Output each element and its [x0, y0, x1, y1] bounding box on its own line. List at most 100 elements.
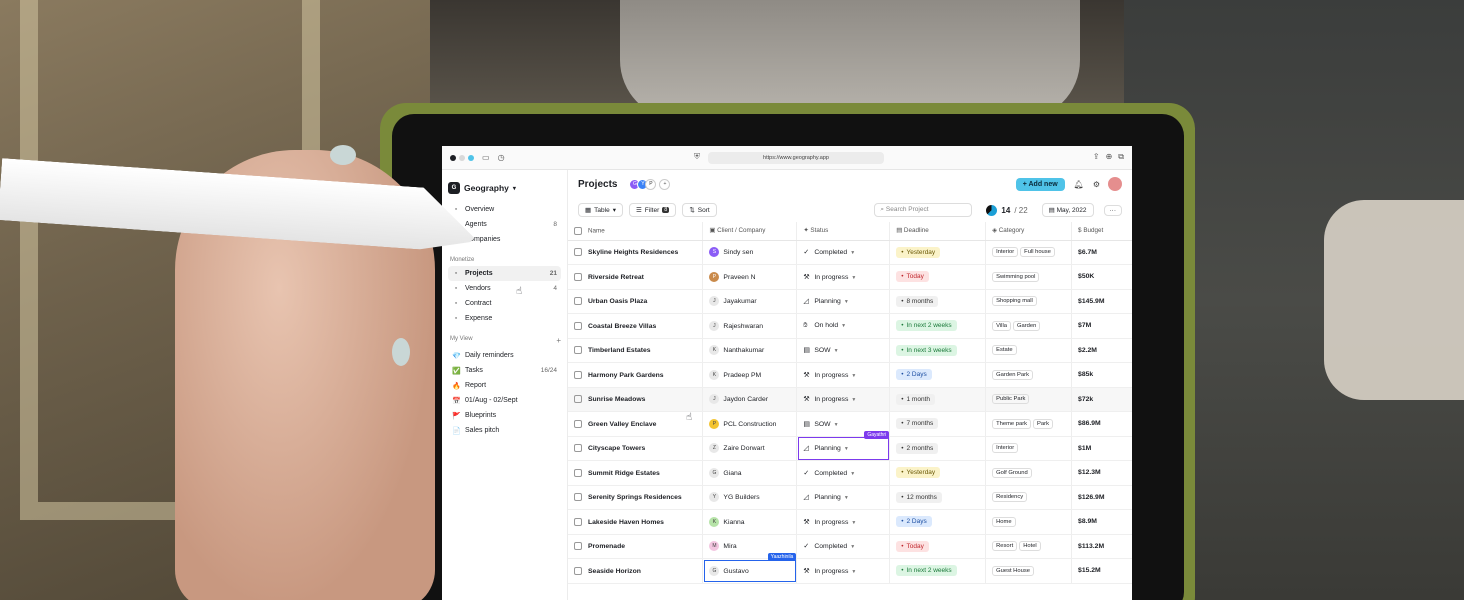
cell-budget[interactable]: $113.2M [1071, 534, 1132, 559]
cell-budget[interactable]: $7M [1071, 313, 1132, 339]
cell-budget[interactable]: $8.9M [1071, 509, 1132, 535]
view-select-button[interactable]: ▦ Table ▾ [578, 203, 623, 217]
chevron-down-icon[interactable]: ▼ [851, 569, 856, 575]
cell-status[interactable]: ▤ SOW ▼ [796, 338, 891, 363]
cell-status[interactable]: ✓ Completed ▼ [796, 240, 891, 265]
cell-deadline[interactable]: Yesterday [889, 460, 987, 486]
cell-name[interactable]: Riverside Retreat [568, 264, 704, 290]
cell-budget[interactable]: $50K [1071, 264, 1132, 290]
window-dot[interactable] [468, 154, 474, 161]
cell-category[interactable]: Resort Hotel [985, 534, 1073, 559]
window-dot[interactable] [450, 154, 456, 161]
column-header-status[interactable]: ✦ Status [796, 222, 891, 241]
cell-client[interactable]: J Jayakumar [702, 289, 798, 314]
chevron-down-icon[interactable]: ▼ [851, 397, 856, 403]
cell-category[interactable]: Interior [985, 436, 1073, 461]
table-row[interactable]: Seaside Horizon G Gustavo Yaazhinila ⚒ In pro… [568, 553, 1132, 584]
cell-category[interactable]: Residency [985, 485, 1073, 510]
chevron-down-icon[interactable]: ▼ [851, 275, 856, 281]
cell-client[interactable]: K Nanthakumar [702, 338, 798, 363]
chevron-down-icon[interactable]: ▼ [834, 422, 839, 428]
sidebar-item-vendors[interactable]: ▫ Vendors 4 [448, 281, 561, 296]
sidebar-item-expense[interactable]: ▫ Expense [448, 311, 561, 326]
cell-budget[interactable]: $145.9M [1071, 289, 1132, 314]
cell-client[interactable]: K Kianna [702, 509, 798, 535]
cell-client[interactable]: J Jaydon Carder [702, 387, 798, 412]
cell-client[interactable]: S Sindy sen [702, 240, 798, 265]
cell-status[interactable]: ◿ Planning ▼ [796, 289, 891, 314]
cell-deadline[interactable]: In next 2 weeks [889, 313, 987, 339]
cell-category[interactable]: Guest House [985, 558, 1073, 584]
cell-budget[interactable]: $6.7M [1071, 240, 1132, 265]
cell-client[interactable]: Y YG Builders [702, 485, 798, 510]
row-checkbox[interactable] [574, 248, 582, 257]
chevron-down-icon[interactable]: ▼ [851, 520, 856, 526]
cell-category[interactable]: Public Park [985, 387, 1073, 412]
more-options-button[interactable]: ··· [1103, 204, 1122, 216]
row-checkbox[interactable] [574, 542, 582, 551]
column-header-budget[interactable]: $ Budget [1071, 222, 1132, 241]
table-row[interactable]: Promenade MMira ✓ Completed▼ Today ResortHote… [568, 534, 1132, 559]
sidebar-toggle-icon[interactable]: ▭ [482, 153, 490, 162]
bell-icon[interactable]: 🔔︎ [1074, 180, 1084, 189]
cell-status[interactable]: ⚒ In progress ▼ [796, 362, 891, 388]
cell-budget[interactable]: $1M [1071, 436, 1132, 461]
cell-deadline[interactable]: Today [889, 264, 987, 290]
cell-deadline[interactable]: 12 months [889, 485, 987, 510]
window-dot[interactable] [459, 154, 465, 161]
cell-budget[interactable]: $12.3M [1071, 460, 1132, 486]
cell-client[interactable]: P Praveen N [702, 264, 798, 290]
column-header-deadline[interactable]: ▤ Deadline [889, 222, 987, 241]
column-header-client[interactable]: ▣ Client / Company [702, 222, 798, 241]
column-header-name[interactable]: Name [568, 222, 704, 241]
date-picker-button[interactable]: ▤ May, 2022 [1041, 203, 1094, 217]
row-checkbox[interactable] [574, 370, 582, 379]
chevron-down-icon[interactable]: ▼ [851, 373, 856, 379]
cell-client[interactable]: Z Zaire Dorwart [702, 436, 798, 461]
cell-category[interactable]: Swimming pool [985, 264, 1073, 290]
sidebar-item-daily-reminders[interactable]: 💎 Daily reminders [448, 348, 561, 363]
row-checkbox[interactable] [574, 272, 582, 281]
cell-deadline[interactable]: In next 3 weeks [889, 338, 987, 363]
cell-status[interactable]: ◿ Planning ▼ [796, 485, 891, 510]
chevron-down-icon[interactable]: ▼ [844, 299, 849, 305]
table-row[interactable]: Summit Ridge Estates GGiana ✓ Completed▼ Yes… [568, 460, 1132, 486]
cell-deadline[interactable]: 7 months [889, 411, 987, 437]
cell-name[interactable]: Cityscape Towers [568, 436, 704, 461]
cell-category[interactable]: Estate [985, 338, 1073, 363]
cell-deadline[interactable]: 2 months [889, 436, 987, 461]
sidebar-item-projects[interactable]: ▫ Projects 21 [448, 266, 561, 281]
table-row[interactable]: Cityscape Towers Z Zaire Dorwart ◿ Planning ▼… [568, 430, 1132, 461]
sort-button[interactable]: ⇅ Sort [682, 203, 717, 217]
sidebar-item-blueprints[interactable]: 🚩 Blueprints [448, 408, 561, 423]
cell-budget[interactable]: $72k [1071, 387, 1132, 412]
cell-client[interactable]: K Pradeep PM [702, 362, 798, 388]
table-row[interactable]: Lakeside Haven Homes K Kianna ⚒ In progress ▼… [568, 509, 1132, 535]
url-bar[interactable]: https://www.geography.app [708, 152, 884, 164]
avatar[interactable]: P [645, 178, 657, 190]
cell-status[interactable]: ⚒ In progress ▼ [796, 509, 891, 535]
cell-category[interactable]: Shopping mall [985, 289, 1073, 314]
cell-budget[interactable]: $86.9M [1071, 411, 1132, 437]
cell-name[interactable]: Serenity Springs Residences [568, 485, 704, 510]
chevron-down-icon[interactable]: ▼ [841, 323, 846, 329]
cell-status[interactable]: ⚒ In progress ▼ [796, 264, 891, 290]
sidebar-item-report[interactable]: 🔥 Report [448, 378, 561, 393]
cell-client[interactable]: G Giana [702, 460, 798, 486]
cell-status[interactable]: ✓ Completed ▼ [796, 534, 891, 559]
add-collaborator-button[interactable]: + [659, 178, 671, 190]
cell-deadline[interactable]: 1 month [889, 387, 987, 412]
cell-status[interactable]: ✋︎ On hold ▼ [796, 313, 891, 339]
cell-category[interactable]: Interior Full house [985, 240, 1073, 265]
chevron-down-icon[interactable]: ▼ [844, 446, 849, 452]
workspace-switcher[interactable]: G Geography ▾ [448, 178, 561, 198]
table-row[interactable]: Green Valley Enclave P PCL Construction ▤ SO… [568, 411, 1132, 437]
cell-category[interactable]: Villa Garden [985, 313, 1073, 339]
cell-name[interactable]: Sunrise Meadows [568, 387, 704, 412]
cell-name[interactable]: Summit Ridge Estates [568, 460, 704, 486]
add-new-button[interactable]: + Add new [1015, 177, 1065, 191]
table-row[interactable]: Harmony Park Gardens K Pradeep PM ⚒ In progr… [568, 362, 1132, 388]
row-checkbox[interactable] [574, 566, 582, 575]
new-tab-icon[interactable]: ⊕ [1106, 152, 1113, 162]
cell-client[interactable]: J Rajeshwaran [702, 313, 798, 339]
